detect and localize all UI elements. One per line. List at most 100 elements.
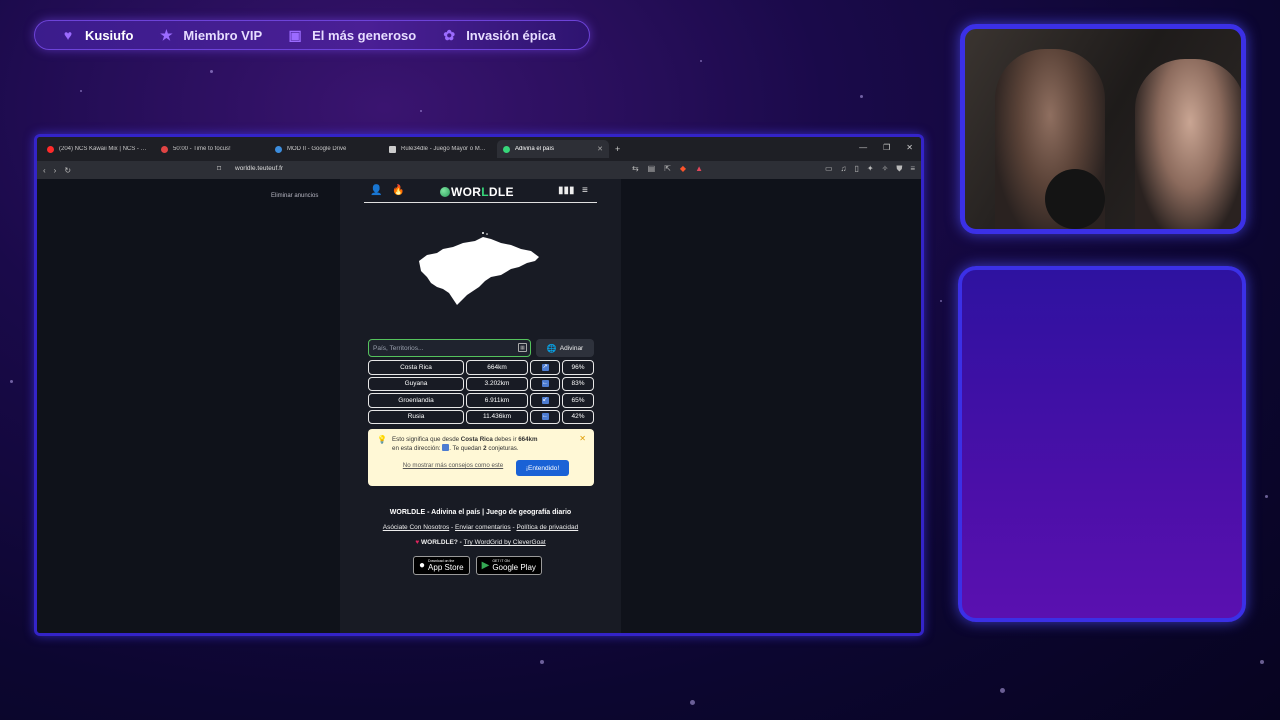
- page-icon: [389, 145, 396, 153]
- tab-bar: (204) NCS Kawaii Mix | NCS - Co 50:00 - …: [37, 137, 921, 161]
- tab-focus-timer[interactable]: 50:00 - Time to focus!: [155, 140, 267, 158]
- tab-label: (204) NCS Kawaii Mix | NCS - Co: [59, 146, 147, 152]
- lightbulb-icon: 💡: [377, 435, 387, 444]
- tab-google-drive[interactable]: MOD II - Google Drive: [269, 140, 381, 158]
- brave-shield-icon[interactable]: ◆: [680, 164, 686, 173]
- guess-distance: 11.436km: [466, 409, 528, 424]
- guesses-table: Costa Rica 664km ↗ 96% Guyana 3.202km ← …: [368, 360, 594, 426]
- stream-item-top-follower: ♥ Kusiufo: [61, 27, 134, 43]
- app-store-badges: ● Download on the App Store ▶ GET IT ON Go…: [413, 556, 542, 575]
- feedback-link[interactable]: Enviar comentarios: [455, 524, 511, 531]
- forward-icon[interactable]: ›: [54, 166, 57, 175]
- tab-label: Rule34dle - Juego Mayor o Menor: [401, 146, 489, 152]
- wallet-icon[interactable]: ▯: [855, 164, 859, 174]
- guess-country: Rusia: [368, 409, 464, 424]
- remove-ads-link[interactable]: Eliminar anuncios: [271, 193, 318, 199]
- guess-distance: 3.202km: [466, 376, 528, 391]
- guess-direction: ←: [530, 376, 560, 391]
- rewards-icon[interactable]: ▲: [695, 164, 703, 173]
- guess-distance: 664km: [466, 360, 528, 375]
- partner-link[interactable]: Asóciate Con Nosotros: [383, 524, 449, 531]
- reader-icon[interactable]: ▤: [648, 164, 656, 173]
- dropdown-list-icon[interactable]: ▦: [518, 343, 527, 352]
- wordgrid-link[interactable]: Try WordGrid by CleverGoat: [464, 539, 546, 546]
- microphone: [1045, 169, 1105, 229]
- gift-icon: ▣: [288, 27, 302, 43]
- bookmark-icon[interactable]: ⌑: [217, 164, 221, 173]
- arrow-west-icon: ←: [541, 380, 549, 388]
- menu-icon[interactable]: ≡: [582, 185, 588, 196]
- globe-icon: [503, 145, 510, 153]
- close-window-icon[interactable]: ✕: [906, 143, 913, 152]
- star-icon: ★: [160, 27, 173, 43]
- chat-panel: [958, 266, 1246, 622]
- restore-icon[interactable]: ❐: [883, 143, 890, 152]
- account-icon[interactable]: 👤: [370, 185, 382, 196]
- guess-direction: ←: [530, 409, 560, 424]
- guess-proximity: 96%: [562, 360, 594, 375]
- reload-icon[interactable]: ↻: [64, 166, 71, 175]
- new-tab-icon[interactable]: +: [615, 144, 620, 154]
- tab-label: 50:00 - Time to focus!: [173, 146, 231, 152]
- guess-row: Costa Rica 664km ↗ 96%: [368, 360, 594, 375]
- privacy-link[interactable]: Política de privacidad: [516, 524, 578, 531]
- stream-item-label: El más generoso: [312, 27, 417, 43]
- guess-button[interactable]: 🌐 Adivinar: [536, 339, 594, 357]
- got-it-button[interactable]: ¡Entendido!: [516, 460, 569, 476]
- extensions-icon[interactable]: ✧: [882, 164, 889, 174]
- back-icon[interactable]: ‹: [43, 166, 46, 175]
- music-icon[interactable]: ♫: [841, 164, 847, 174]
- play-icon: ▶: [481, 560, 490, 571]
- tab-label: Adivina el país: [515, 146, 555, 152]
- guess-direction: ↙: [530, 393, 560, 408]
- guess-country: Groenlandia: [368, 393, 464, 408]
- webcam-frame: [960, 24, 1246, 234]
- share-icon[interactable]: ⇱: [664, 164, 671, 173]
- close-icon[interactable]: ✕: [579, 434, 586, 443]
- stats-icon[interactable]: ▮▮▮: [558, 185, 575, 196]
- vpn-icon[interactable]: ⛊: [896, 164, 902, 174]
- globe-icon: [440, 187, 450, 197]
- sidebar-icon[interactable]: ▭: [825, 164, 833, 174]
- guess-row: Guyana 3.202km ← 83%: [368, 376, 594, 391]
- stream-item-raid: ✿ Invasión épica: [442, 27, 555, 43]
- webcam-person-right: [1135, 59, 1241, 229]
- streak-fire-icon[interactable]: 🔥: [392, 185, 404, 196]
- tab-ncs-mix[interactable]: (204) NCS Kawaii Mix | NCS - Co: [41, 140, 153, 158]
- tab-worldle[interactable]: Adivina el país ✕: [497, 140, 609, 158]
- paw-icon: ✿: [443, 27, 456, 43]
- minimize-icon[interactable]: —: [859, 143, 867, 152]
- heart-icon: ♥: [63, 27, 73, 43]
- guess-proximity: 42%: [562, 409, 594, 424]
- address-bar-actions: ⇆ ▤ ⇱ ◆ ▲: [632, 164, 703, 173]
- menu-icon[interactable]: ≡: [910, 164, 915, 174]
- google-play-button[interactable]: ▶ GET IT ON Google Play: [475, 556, 542, 575]
- country-input[interactable]: [368, 339, 531, 357]
- close-tab-icon[interactable]: ✕: [597, 145, 603, 153]
- app-store-button[interactable]: ● Download on the App Store: [413, 556, 470, 575]
- footer-promo: ♥ WORLDLE? - Try WordGrid by CleverGoat: [415, 539, 546, 546]
- browser-window: (204) NCS Kawaii Mix | NCS - Co 50:00 - …: [34, 134, 924, 636]
- worldle-logo: WORLDLE: [440, 185, 514, 199]
- apple-icon: ●: [419, 560, 426, 571]
- leo-icon[interactable]: ✦: [867, 164, 874, 174]
- guess-distance: 6.911km: [466, 393, 528, 408]
- translate-icon[interactable]: ⇆: [632, 164, 639, 173]
- timer-icon: [161, 145, 168, 153]
- page-viewport: Eliminar anuncios 👤 🔥 WORLDLE ▮▮▮ ≡ ▦: [37, 179, 921, 633]
- url-field[interactable]: worldle.teuteuf.fr: [235, 165, 283, 172]
- worldle-game: 👤 🔥 WORLDLE ▮▮▮ ≡ ▦ 🌐 Adivinar: [340, 179, 621, 633]
- country-silhouette: [419, 232, 539, 305]
- drive-icon: [275, 145, 282, 153]
- heart-icon: ♥: [415, 539, 420, 546]
- hint-tooltip: 💡 ✕ Esto significa que desde Costa Rica …: [368, 429, 594, 486]
- stream-item-label: Kusiufo: [85, 27, 134, 43]
- youtube-icon: [47, 145, 54, 153]
- address-bar: ‹ › ↻ ⌑ worldle.teuteuf.fr ⇆ ▤ ⇱ ◆ ▲ ▭ ♫…: [37, 161, 921, 179]
- footer-title: WORLDLE - Adivina el país | Juego de geo…: [389, 509, 572, 516]
- guess-form: ▦ 🌐 Adivinar: [368, 339, 594, 357]
- stream-alerts-bar: ♥ Kusiufo ★ Miembro VIP ▣ El más generos…: [34, 20, 590, 50]
- tab-rule34dle[interactable]: Rule34dle - Juego Mayor o Menor: [383, 140, 495, 158]
- window-controls: — ❐ ✕: [859, 143, 913, 152]
- dont-show-tips-link[interactable]: No mostrar más consejos como este: [398, 462, 508, 470]
